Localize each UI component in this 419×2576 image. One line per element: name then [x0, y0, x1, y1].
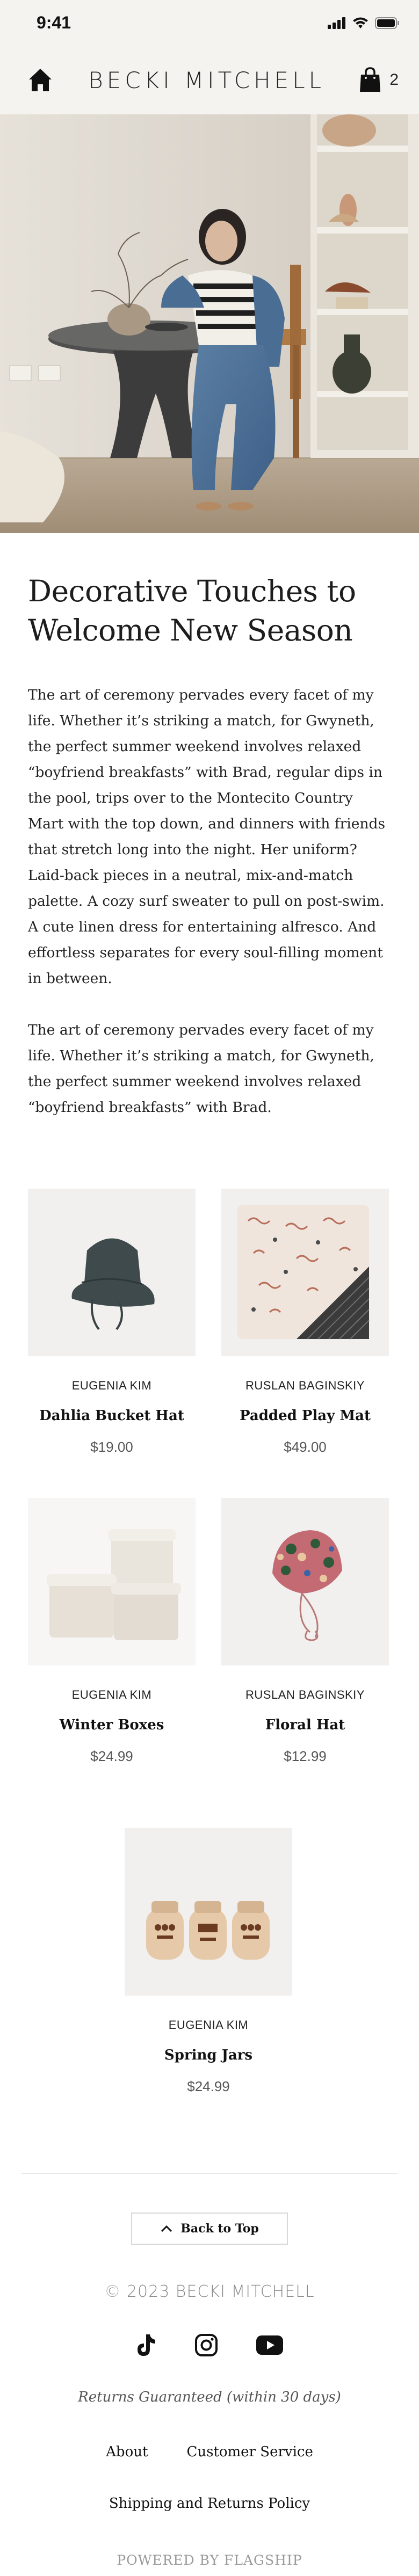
product-price: $12.99	[284, 1748, 327, 1764]
cart-button[interactable]: 2	[359, 67, 399, 93]
article-title: Decorative Touches to Welcome New Season	[28, 572, 391, 650]
product-card[interactable]: EUGENIA KIM Winter Boxes $24.99	[28, 1498, 196, 1765]
product-grid: EUGENIA KIM Dahlia Bucket Hat $19.00 RUS…	[0, 1142, 419, 2173]
shopping-bag-icon	[360, 67, 381, 92]
footer-links: About Customer Service	[0, 2444, 419, 2460]
instagram-icon[interactable]	[194, 2333, 218, 2357]
about-link[interactable]: About	[106, 2444, 148, 2460]
product-card[interactable]: EUGENIA KIM Spring Jars $24.99	[125, 1828, 292, 2095]
product-price: $24.99	[90, 1748, 133, 1764]
article-paragraph: The art of ceremony pervades every facet…	[28, 687, 386, 987]
article-title-line-1: Decorative Touches to	[28, 574, 356, 608]
site-header: BECKI MITCHELL 2	[0, 46, 419, 114]
status-time: 9:41	[37, 13, 71, 32]
social-links	[0, 2333, 419, 2357]
product-image[interactable]	[28, 1189, 196, 1356]
product-image[interactable]	[28, 1498, 196, 1665]
product-name[interactable]: Dahlia Bucket Hat	[28, 1408, 196, 1424]
product-card[interactable]: RUSLAN BAGINSKIY Floral Hat $12.99	[221, 1498, 389, 1765]
cart-count: 2	[389, 71, 399, 89]
product-image[interactable]	[221, 1498, 389, 1665]
product-name[interactable]: Winter Boxes	[28, 1717, 196, 1733]
tiktok-icon[interactable]	[135, 2333, 157, 2357]
product-image[interactable]	[221, 1189, 389, 1356]
back-to-top-button[interactable]: Back to Top	[131, 2213, 288, 2245]
product-card[interactable]: EUGENIA KIM Dahlia Bucket Hat $19.00	[28, 1189, 196, 1456]
brand-logo[interactable]: BECKI MITCHELL	[88, 67, 325, 93]
status-icons	[328, 17, 400, 29]
product-brand: EUGENIA KIM	[168, 2018, 249, 2032]
copyright: © 2023 BECKI MITCHELL	[104, 2282, 315, 2301]
returns-guarantee: Returns Guaranteed (within 30 days)	[78, 2389, 341, 2405]
article-paragraph: The art of ceremony pervades every facet…	[28, 1022, 374, 1116]
product-price: $19.00	[90, 1439, 133, 1455]
product-brand: RUSLAN BAGINSKIY	[245, 1379, 365, 1392]
product-name[interactable]: Spring Jars	[125, 2047, 292, 2063]
product-brand: RUSLAN BAGINSKIY	[245, 1688, 365, 1701]
hero-illustration	[0, 114, 419, 533]
chevron-up-icon	[161, 2225, 172, 2232]
article-title-line-2: Welcome New Season	[28, 613, 353, 647]
hero-image	[0, 114, 419, 533]
footer: Back to Top © 2023 BECKI MITCHELL Return…	[0, 2174, 419, 2568]
article: Decorative Touches to Welcome New Season…	[0, 572, 419, 1120]
home-icon[interactable]	[27, 67, 54, 93]
battery-icon	[375, 17, 399, 29]
product-brand: EUGENIA KIM	[71, 1688, 152, 1701]
signal-icon	[328, 17, 345, 29]
wifi-icon	[353, 17, 368, 28]
product-brand: EUGENIA KIM	[71, 1379, 152, 1392]
status-bar: 9:41	[0, 0, 419, 46]
back-to-top-label: Back to Top	[180, 2222, 259, 2236]
powered-by[interactable]: POWERED BY FLAGSHIP	[0, 2552, 419, 2568]
product-image[interactable]	[125, 1828, 292, 1996]
youtube-icon[interactable]	[256, 2335, 284, 2355]
customer-service-link[interactable]: Customer Service	[186, 2444, 313, 2460]
product-price: $24.99	[187, 2078, 230, 2094]
shipping-returns-link[interactable]: Shipping and Returns Policy	[0, 2495, 419, 2512]
product-card[interactable]: RUSLAN BAGINSKIY Padded Play Mat $49.00	[221, 1189, 389, 1456]
product-name[interactable]: Floral Hat	[221, 1717, 389, 1733]
product-name[interactable]: Padded Play Mat	[221, 1408, 389, 1424]
product-price: $49.00	[284, 1439, 327, 1455]
